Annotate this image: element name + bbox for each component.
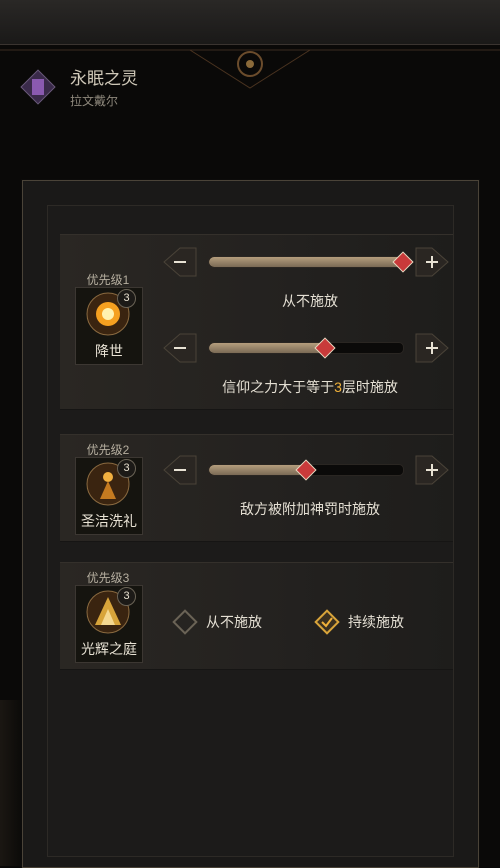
skill-row-3: 优先级3 3 光辉之庭 从不施放 持续施放 [60,562,453,670]
increase-button[interactable] [412,331,452,365]
slider-fill [209,465,306,475]
skill-card[interactable]: 优先级2 3 圣洁洗礼 [73,439,143,535]
condition-suffix: 层时施放 [341,379,398,395]
top-bar [0,0,500,45]
option-label: 持续施放 [348,614,404,630]
checked-diamond-icon [314,609,340,635]
skill-list: 优先级1 3 降世 从不施放 信仰之力大于等于3层时施放 优先级2 3 圣洁洗礼… [47,205,454,857]
hero-class-icon [20,68,56,105]
slider-track [208,459,404,481]
option-label: 从不施放 [206,614,262,630]
priority-label: 优先级1 [86,273,130,287]
skill-row-1: 优先级1 3 降世 从不施放 信仰之力大于等于3层时施放 [60,234,453,410]
skill-level-badge: 3 [117,459,136,478]
condition-caption: 敌方被附加神罚时施放 [240,501,380,517]
skill-card[interactable]: 优先级3 3 光辉之庭 [73,567,143,663]
condition-caption: 信仰之力大于等于3层时施放 [170,377,450,397]
slider-fill [209,257,403,267]
unchecked-diamond-icon [172,609,198,635]
slider-knob[interactable] [295,459,317,481]
priority-slider[interactable] [208,249,414,275]
option-never-cast[interactable]: 从不施放 [170,607,262,637]
hero-name: 永眠之灵 [70,69,138,88]
slider-knob[interactable] [392,251,414,273]
skill-level-badge: 3 [117,587,136,606]
condition-value: 3 [334,379,342,395]
slider-track [208,337,404,359]
condition-caption: 从不施放 [282,293,338,309]
priority-label: 优先级3 [86,571,130,585]
increase-button[interactable] [412,453,452,487]
skill-priority-panel: 优先级1 3 降世 从不施放 信仰之力大于等于3层时施放 优先级2 3 圣洁洗礼… [22,180,479,868]
increase-button[interactable] [412,245,452,279]
priority-slider[interactable] [208,457,404,483]
skill-name: 降世 [95,343,123,359]
skill-name: 光辉之庭 [81,641,137,657]
decrease-button[interactable] [160,453,200,487]
slider-track [208,251,414,273]
hero-header: 永眠之灵 拉文戴尔 [18,64,138,109]
skill-name: 圣洁洗礼 [81,513,137,529]
option-continuous-cast[interactable]: 持续施放 [312,607,404,637]
skill-row-2: 优先级2 3 圣洁洗礼 敌方被附加神罚时施放 [60,434,453,542]
skill-card[interactable]: 优先级1 3 降世 [73,269,143,365]
skill-level-badge: 3 [117,289,136,308]
background-edge [0,700,24,866]
slider-knob[interactable] [314,337,336,359]
hero-subtitle: 拉文戴尔 [70,94,119,108]
condition-prefix: 信仰之力大于等于 [222,379,335,395]
slider-fill [209,343,326,353]
priority-slider[interactable] [208,335,404,361]
decrease-button[interactable] [160,245,200,279]
decrease-button[interactable] [160,331,200,365]
priority-label: 优先级2 [86,443,130,457]
